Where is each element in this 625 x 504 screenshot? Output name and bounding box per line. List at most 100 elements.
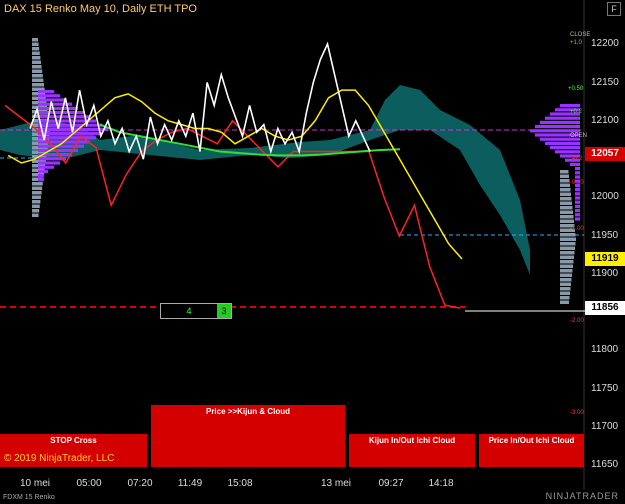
tpo-left-gray-row	[32, 51, 40, 55]
tpo-left-purple-row	[38, 178, 44, 182]
brand-logo: NINJATRADER	[545, 491, 619, 501]
tpo-right-purple-row	[555, 150, 580, 154]
tpo-right-gray-row	[560, 278, 572, 282]
tpo-right-gray-row	[560, 174, 569, 178]
tpo-right-gray-row	[560, 219, 574, 223]
tpo-left-gray-row	[32, 209, 40, 213]
tpo-left-purple-row	[38, 174, 44, 178]
tpo-right-gray-row	[560, 201, 572, 205]
tpo-left-gray-row	[32, 191, 42, 195]
copyright-text: © 2019 NinjaTrader, LLC	[4, 453, 115, 464]
label-minus-050: -0.50	[570, 180, 584, 186]
tpo-left-gray-row	[32, 204, 40, 208]
tpo-left-gray-row	[32, 65, 42, 69]
tpo-right-gray-row	[560, 296, 570, 300]
chart-title: DAX 15 Renko May 10, Daily ETH TPO	[4, 3, 197, 15]
x-tick-7: 14:18	[428, 478, 454, 489]
tpo-left-gray-row	[32, 83, 44, 87]
x-tick-4: 15:08	[227, 478, 253, 489]
tpo-right-gray-row	[560, 300, 569, 304]
price-tag-red: 12057	[585, 147, 625, 161]
instrument-label: FDXM 15 Renko	[3, 494, 55, 501]
tpo-left-gray-row	[32, 213, 39, 217]
tpo-right-gray-row	[560, 233, 576, 237]
label-minus-1: -1.00	[570, 226, 584, 232]
tpo-left-purple-row	[38, 144, 84, 148]
tpo-right-purple-row	[575, 204, 580, 208]
price-tag-white: 11856	[585, 301, 625, 315]
ichimoku-cloud	[100, 85, 530, 275]
tpo-right-gray-row	[560, 197, 572, 201]
tpo-left-purple-row	[38, 94, 60, 98]
tpo-right-gray-row	[560, 269, 573, 273]
tpo-left-gray-row	[32, 195, 41, 199]
tpo-right-purple-row	[575, 209, 580, 213]
tpo-left-purple-row	[38, 98, 66, 102]
chart-menu-button[interactable]: F	[607, 2, 621, 16]
tpo-right-purple-row	[530, 129, 580, 133]
tpo-right-purple-row	[535, 125, 580, 129]
tpo-left-purple-row	[38, 165, 54, 169]
tpo-right-gray-row	[560, 237, 576, 241]
tpo-right-gray-row	[560, 264, 573, 268]
tpo-left-gray-row	[32, 47, 40, 51]
y-tick-11700: 11700	[591, 421, 619, 432]
tpo-right-gray-row	[560, 291, 570, 295]
tpo-right-purple-row	[575, 200, 580, 204]
tpo-right-purple-row	[575, 192, 580, 196]
tpo-right-gray-row	[560, 210, 573, 214]
tpo-left-gray-row	[32, 56, 41, 60]
price-tag-yellow: 11919	[585, 252, 625, 266]
x-tick-2: 07:20	[127, 478, 153, 489]
label-close: CLOSE	[570, 32, 591, 38]
y-tick-12100: 12100	[591, 115, 619, 126]
position-indicator[interactable]: 3	[217, 304, 231, 318]
tpo-left-purple-row	[38, 161, 60, 165]
label-minus-3: -3.00	[570, 410, 584, 416]
price-kijun-cloud-button[interactable]: Price >>Kijun & Cloud	[151, 405, 345, 467]
tpo-left-purple-row	[38, 115, 90, 119]
tpo-left-gray-row	[32, 42, 39, 46]
x-tick-6: 09:27	[378, 478, 404, 489]
position-quantity: 4	[186, 306, 192, 316]
tpo-right-purple-row	[575, 188, 580, 192]
tpo-left-purple-row	[38, 106, 78, 110]
tpo-left-gray-row	[32, 200, 41, 204]
tpo-right-gray-row	[560, 179, 570, 183]
label-open: OPEN	[570, 133, 588, 139]
y-tick-11900: 11900	[591, 268, 619, 279]
tpo-right-gray-row	[560, 255, 574, 259]
tpo-left-purple-row	[38, 132, 102, 136]
tpo-right-purple-row	[545, 141, 580, 145]
tpo-right-purple-row	[575, 217, 580, 221]
tpo-right-purple-row	[570, 162, 580, 166]
label-minus-2: -2.00	[570, 318, 584, 324]
y-tick-12150: 12150	[591, 77, 619, 88]
y-tick-11800: 11800	[591, 344, 619, 355]
y-tick-12200: 12200	[591, 38, 619, 49]
tpo-left-gray-row	[32, 69, 43, 73]
tpo-right-purple-row	[575, 175, 580, 179]
x-tick-0: 10 mei	[19, 478, 51, 489]
tpo-left-gray-row	[32, 78, 44, 82]
tpo-left-purple-row	[38, 169, 48, 173]
tpo-right-gray-row	[560, 206, 573, 210]
tpo-right-purple-row	[545, 116, 580, 120]
tpo-right-gray-row	[560, 251, 575, 255]
y-tick-11650: 11650	[591, 459, 619, 470]
y-tick-12000: 12000	[591, 191, 619, 202]
y-tick-11950: 11950	[591, 230, 619, 241]
label-plus-02: +0.2	[570, 109, 582, 115]
tpo-right-purple-row	[540, 120, 580, 124]
tpo-right-gray-row	[560, 287, 571, 291]
position-display[interactable]: 4 3	[160, 303, 232, 319]
y-tick-11750: 11750	[591, 383, 619, 394]
tpo-left-gray-row	[32, 60, 41, 64]
x-tick-1: 05:00	[76, 478, 102, 489]
label-minus-02: -0.2	[572, 156, 583, 162]
tpo-right-gray-row	[560, 215, 574, 219]
price-in-out-cloud-button[interactable]: Price In/Out Ichi Cloud	[479, 434, 584, 467]
tpo-right-gray-row	[560, 192, 571, 196]
tpo-right-gray-row	[560, 170, 569, 174]
kijun-in-out-cloud-button[interactable]: Kijun In/Out Ichi Cloud	[349, 434, 475, 467]
